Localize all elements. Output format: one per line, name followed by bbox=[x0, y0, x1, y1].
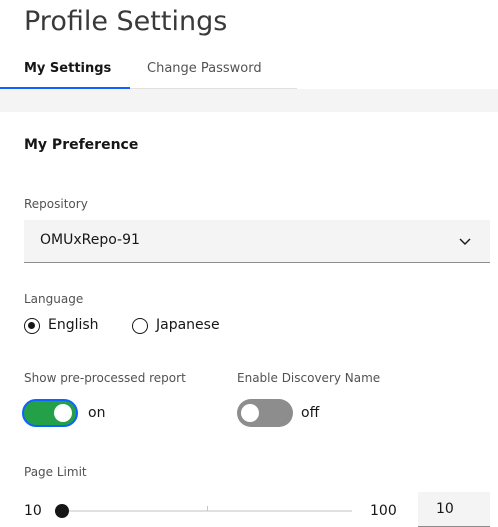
page-title: Profile Settings bbox=[24, 6, 228, 37]
toggle-knob bbox=[54, 404, 72, 422]
slider-max-label: 100 bbox=[370, 503, 397, 519]
discovery-name-state: off bbox=[301, 405, 320, 421]
discovery-name-label: Enable Discovery Name bbox=[237, 371, 381, 385]
section-title: My Preference bbox=[24, 137, 139, 153]
radio-japanese-label: Japanese bbox=[156, 317, 220, 333]
preprocessed-report-label: Show pre-processed report bbox=[24, 371, 186, 385]
tab-change-password[interactable]: Change Password bbox=[147, 60, 262, 88]
radio-japanese-indicator[interactable] bbox=[132, 318, 148, 334]
repository-select[interactable]: OMUxRepo-91 bbox=[24, 220, 490, 263]
tab-change-password-label: Change Password bbox=[147, 61, 262, 76]
profile-settings-page: Profile Settings My Settings Change Pass… bbox=[0, 0, 498, 527]
preprocessed-report-state: on bbox=[88, 405, 106, 421]
settings-tabs: My Settings Change Password bbox=[0, 58, 297, 89]
discovery-name-toggle[interactable] bbox=[237, 399, 293, 427]
preprocessed-report-toggle[interactable] bbox=[22, 399, 78, 427]
tabs-divider-band bbox=[0, 89, 498, 112]
toggle-knob bbox=[241, 404, 259, 422]
slider-mid-tick bbox=[207, 506, 208, 511]
tab-my-settings-label: My Settings bbox=[24, 61, 112, 76]
language-label: Language bbox=[24, 292, 84, 306]
tab-my-settings[interactable]: My Settings bbox=[0, 60, 130, 89]
page-limit-label: Page Limit bbox=[24, 465, 87, 479]
radio-english-label: English bbox=[48, 317, 99, 333]
repository-select-value: OMUxRepo-91 bbox=[40, 232, 140, 248]
page-limit-slider-thumb[interactable] bbox=[55, 504, 69, 518]
page-limit-input[interactable] bbox=[418, 492, 490, 527]
radio-english-indicator[interactable] bbox=[24, 318, 40, 334]
page-limit-slider-track[interactable] bbox=[55, 504, 352, 518]
repository-label: Repository bbox=[24, 197, 88, 211]
chevron-down-icon bbox=[459, 238, 471, 245]
slider-min-label: 10 bbox=[24, 503, 42, 519]
